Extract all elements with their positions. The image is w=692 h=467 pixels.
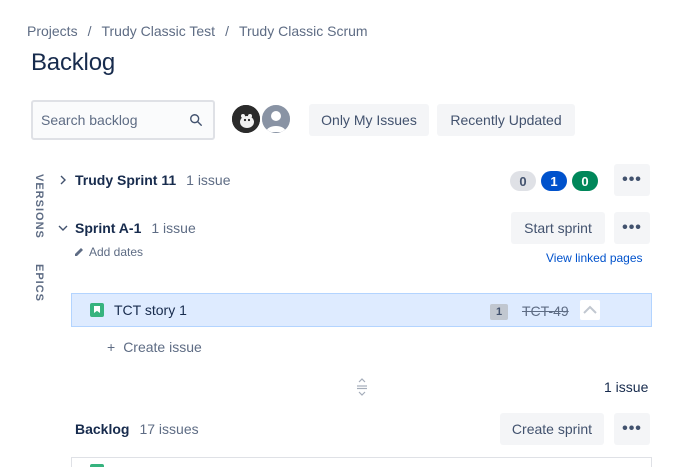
recently-updated-filter[interactable]: Recently Updated	[437, 104, 575, 136]
sprint-issue-count: 1 issue	[151, 220, 196, 236]
plus-icon: +	[107, 339, 116, 355]
create-sprint-button[interactable]: Create sprint	[500, 413, 604, 445]
view-linked-pages-link[interactable]: View linked pages	[546, 251, 643, 265]
breadcrumb-board[interactable]: Trudy Classic Scrum	[239, 23, 368, 39]
sprint-name: Trudy Sprint 11	[75, 172, 177, 188]
person-icon	[262, 105, 290, 133]
sprint-more-button[interactable]: •••	[614, 164, 650, 196]
sprint-more-button[interactable]: •••	[614, 212, 650, 244]
sprint-issue-total: 1 issue	[604, 379, 649, 395]
sprint-name: Sprint A-1	[75, 220, 142, 236]
backlog-more-button[interactable]: •••	[614, 413, 650, 445]
add-dates-link[interactable]: Add dates	[73, 245, 143, 259]
backlog-issue-count: 17 issues	[139, 421, 199, 437]
breadcrumb: Projects / Trudy Classic Test / Trudy Cl…	[27, 23, 368, 39]
only-my-issues-filter[interactable]: Only My Issues	[309, 104, 429, 136]
pencil-icon	[75, 248, 83, 256]
chevron-down-icon[interactable]	[55, 220, 71, 236]
backlog-issue-list	[71, 457, 652, 467]
breadcrumb-project[interactable]: Trudy Classic Test	[101, 23, 215, 39]
user-avatar-photo[interactable]	[230, 103, 262, 135]
issue-key[interactable]: TCT-49	[522, 303, 569, 319]
drag-handle-icon[interactable]	[355, 378, 369, 396]
breadcrumb-separator: /	[87, 23, 92, 39]
breadcrumb-projects[interactable]: Projects	[27, 23, 78, 39]
search-icon	[190, 114, 202, 126]
story-points-badge: 1	[490, 304, 508, 320]
search-box[interactable]	[31, 100, 215, 140]
chevron-right-icon[interactable]	[55, 172, 71, 188]
versions-panel-tab[interactable]: VERSIONS	[33, 174, 45, 239]
issue-row[interactable]: TCT story 1 1 TCT-49	[71, 293, 652, 327]
done-count-badge: 0	[572, 171, 598, 191]
sprint-issue-count: 1 issue	[186, 172, 231, 188]
start-sprint-button[interactable]: Start sprint	[511, 212, 605, 244]
add-dates-label: Add dates	[89, 245, 144, 259]
priority-high-icon	[580, 300, 600, 320]
search-input[interactable]	[41, 112, 181, 128]
issue-summary[interactable]: TCT story 1	[114, 302, 187, 318]
todo-count-badge: 0	[510, 171, 536, 191]
breadcrumb-separator: /	[225, 23, 229, 39]
create-issue-button[interactable]: + Create issue	[107, 339, 202, 355]
cat-photo-icon	[232, 105, 260, 133]
backlog-name: Backlog	[75, 421, 130, 437]
create-issue-label: Create issue	[123, 339, 202, 355]
story-icon	[90, 303, 104, 317]
in-progress-count-badge: 1	[541, 171, 567, 191]
page-title: Backlog	[31, 49, 115, 76]
epics-panel-tab[interactable]: EPICS	[33, 264, 45, 302]
user-avatar-default[interactable]	[260, 103, 292, 135]
